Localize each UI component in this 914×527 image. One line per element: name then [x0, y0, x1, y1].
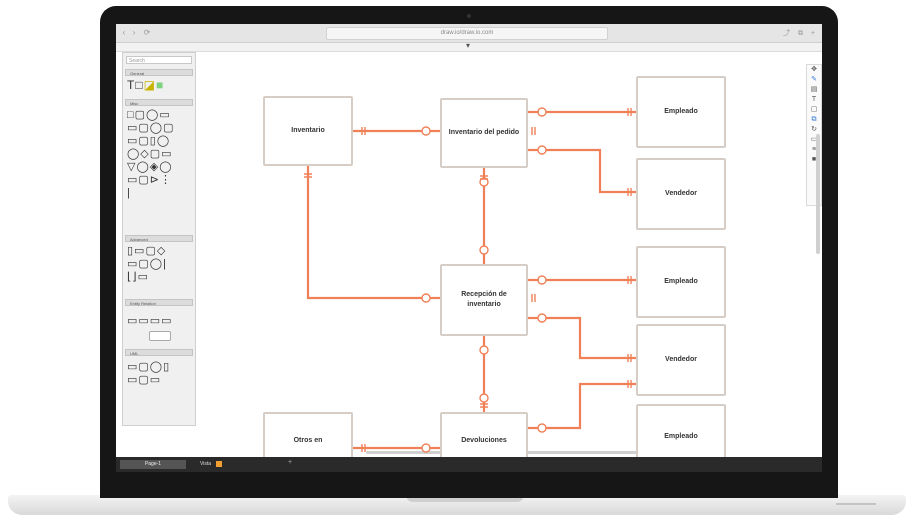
rect-shape-icon[interactable]: □▢◯▭: [127, 109, 171, 121]
general-shapes[interactable]: T□◪■: [127, 79, 164, 91]
section-header-general[interactable]: General: [125, 69, 193, 76]
note-shape-icon[interactable]: ◪: [144, 78, 156, 92]
advanced-shapes[interactable]: ▯▭▢◇ ▭▢◯| ⌊⌋▭: [127, 245, 167, 284]
warning-icon[interactable]: [216, 461, 222, 467]
bracket-shape-icon[interactable]: ⌊⌋▭: [127, 271, 149, 283]
entity-recepcion[interactable]: Recepción de inventario: [440, 264, 528, 336]
rect-shape-icon[interactable]: □: [135, 78, 143, 92]
section-header-misc[interactable]: Misc: [125, 99, 193, 106]
more-shapes-button[interactable]: [149, 331, 171, 341]
entity-inventario[interactable]: Inventario: [263, 96, 353, 166]
uml-shapes[interactable]: ▭▢◯▯ ▭▢▭: [127, 361, 170, 387]
misc-shapes[interactable]: □▢◯▭ ▭▢◯▢ ▭▢▯◯ ◯◇▢▭ ▽◯◈◯ ▭▢⊳⋮ |: [127, 109, 175, 200]
uml-component-icon[interactable]: ▭▢▭: [127, 374, 161, 386]
link-icon[interactable]: ⧉: [807, 115, 821, 125]
entity-vendedor-2[interactable]: Vendedor: [636, 324, 726, 396]
cylinder-shape-icon[interactable]: ▭▢▯◯: [127, 135, 170, 147]
section-header-uml[interactable]: UML: [125, 349, 193, 356]
entity-otros[interactable]: Otros en: [263, 412, 353, 460]
add-page-icon[interactable]: +: [288, 459, 292, 466]
table-shape-icon[interactable]: ▭▢◯|: [127, 258, 167, 270]
status-bar-cover: Page-1 Vista +: [116, 457, 822, 472]
page-tab-overlay[interactable]: Page-1: [120, 460, 186, 469]
chevron-down-icon[interactable]: ▾: [466, 41, 470, 50]
text-icon[interactable]: T: [807, 95, 821, 105]
tab-strip: ▾: [116, 41, 822, 52]
laptop-base: [8, 495, 906, 515]
style-icon[interactable]: ✎: [807, 75, 821, 85]
back-icon[interactable]: ‹: [120, 28, 128, 37]
entity-devoluciones[interactable]: Devoluciones: [440, 412, 528, 460]
rounded-shape-icon[interactable]: ▭▢◯▢: [127, 122, 175, 134]
entity-empleado-2[interactable]: Empleado: [636, 246, 726, 318]
shape-sidebar: Search General T□◪■ Misc □▢◯▭ ▭▢◯▢ ▭▢▯◯ …: [122, 52, 196, 426]
entity-empleado-1[interactable]: Empleado: [636, 76, 726, 148]
diamond-shape-icon[interactable]: ◯◇▢▭: [127, 148, 173, 160]
reload-icon[interactable]: ⟳: [142, 28, 152, 37]
cloud-shape-icon[interactable]: ▭▢⊳⋮: [127, 174, 172, 186]
er-shapes[interactable]: ▭▭▭▭: [127, 315, 173, 327]
url-bar[interactable]: draw.io/draw.io.com: [326, 27, 608, 40]
browser-actions[interactable]: ⤴ ⧉ +: [783, 28, 818, 38]
arrange-icon[interactable]: ▢: [807, 105, 821, 115]
move-icon[interactable]: ✥: [807, 65, 821, 75]
uml-class-icon[interactable]: ▭▢◯▯: [127, 361, 170, 373]
triangle-shape-icon[interactable]: ▽◯◈◯: [127, 161, 173, 173]
format-icon[interactable]: ▤: [807, 85, 821, 95]
entity-inventario-pedido[interactable]: Inventario del pedido: [440, 98, 528, 168]
status-label-overlay: Vista: [200, 461, 212, 467]
er-table-icon[interactable]: ▭▭▭▭: [127, 315, 173, 327]
section-header-entity-relation[interactable]: Entity Relation: [125, 299, 193, 306]
sidebar-search-input[interactable]: Search: [126, 56, 192, 64]
list-shape-icon[interactable]: ▯▭▢◇: [127, 245, 166, 257]
green-shape-icon[interactable]: ■: [156, 78, 164, 92]
line-shape-icon[interactable]: |: [127, 187, 131, 199]
entity-vendedor-1[interactable]: Vendedor: [636, 158, 726, 230]
laptop-slot: [836, 503, 876, 505]
entity-empleado-3[interactable]: Empleado: [636, 404, 726, 460]
section-header-advanced[interactable]: Advanced: [125, 235, 193, 242]
vertical-scrollbar[interactable]: [816, 134, 820, 254]
camera-icon: [467, 14, 471, 18]
forward-icon[interactable]: ›: [130, 28, 138, 37]
